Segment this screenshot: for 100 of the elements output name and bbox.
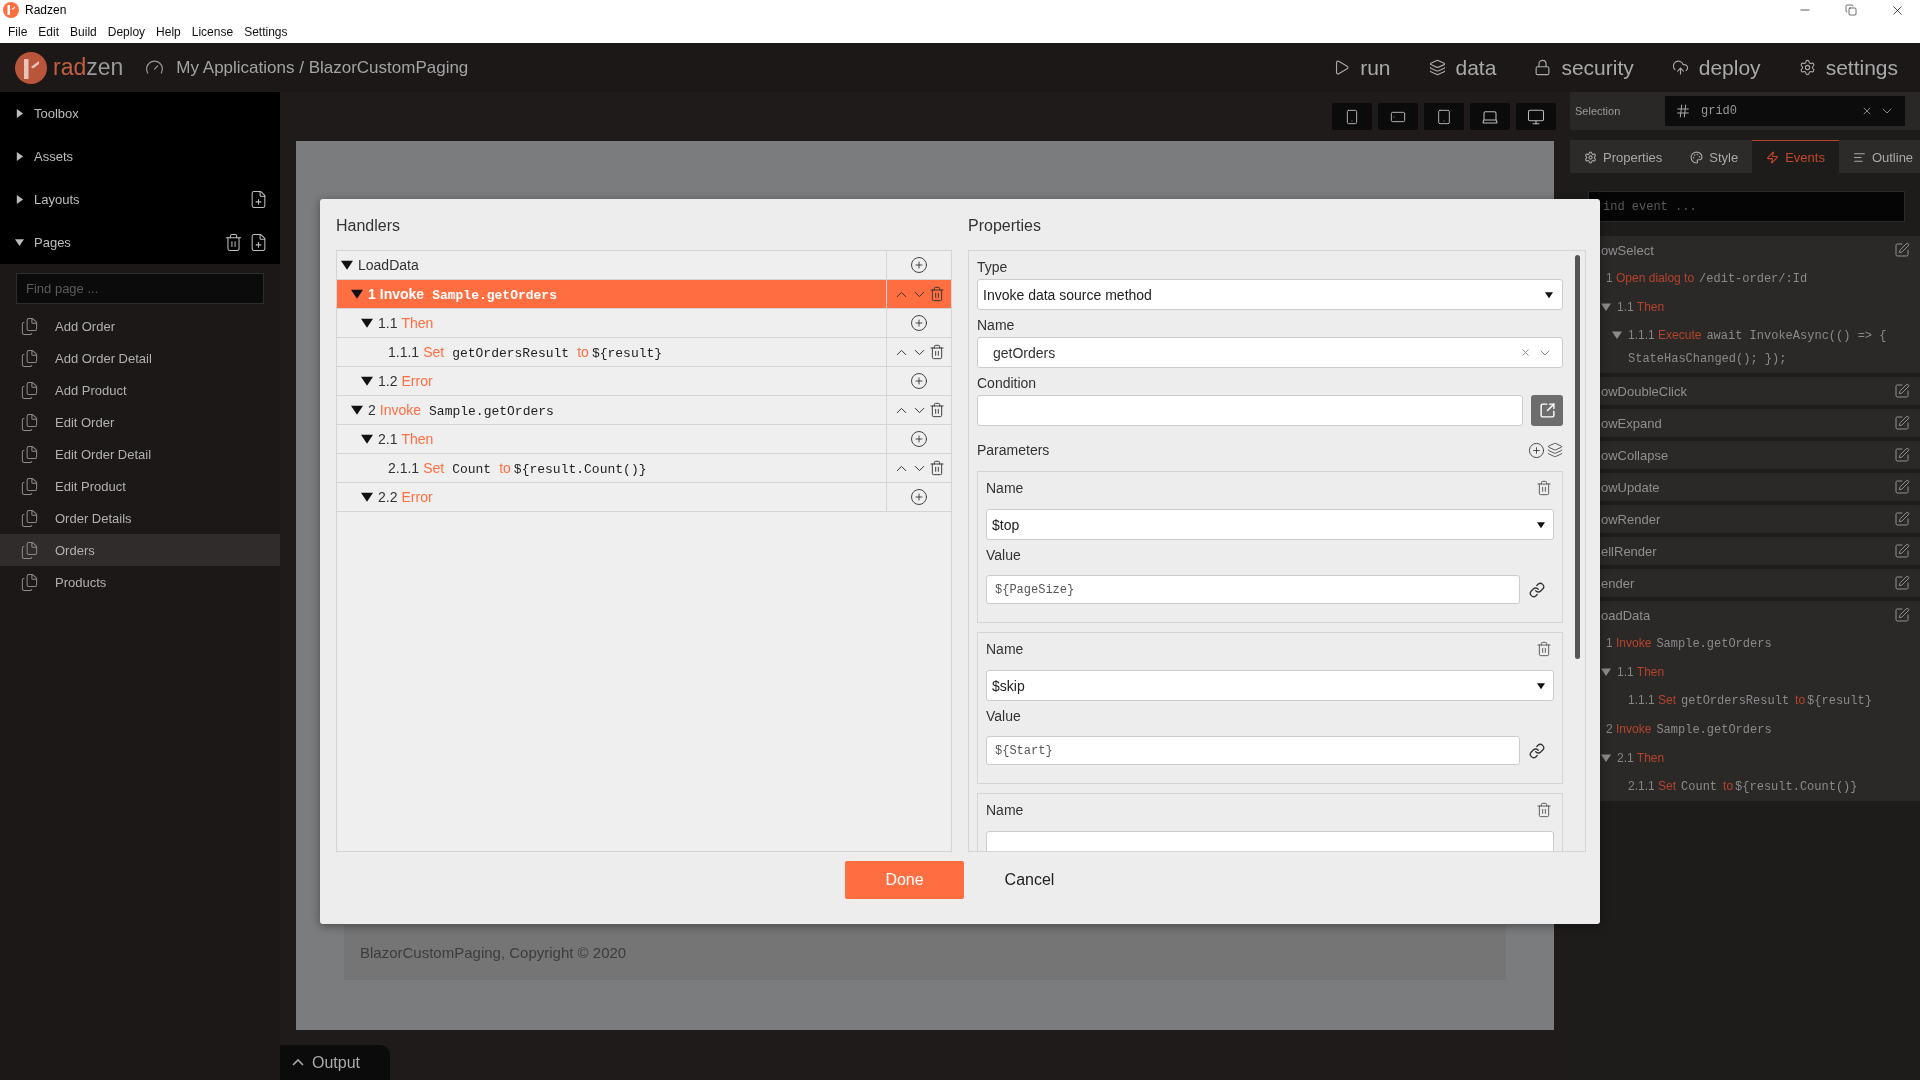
play-icon	[1333, 59, 1351, 76]
delete-icon[interactable]	[929, 402, 945, 418]
parameter-select[interactable]: $top	[986, 509, 1554, 540]
edit-icon[interactable]	[1894, 511, 1910, 527]
caret-right-icon[interactable]	[15, 109, 24, 118]
add-icon[interactable]	[910, 430, 928, 448]
caret-down-icon[interactable]	[361, 375, 373, 387]
field-label: Name	[977, 316, 1016, 335]
parameter-select[interactable]: $skip	[986, 670, 1554, 701]
tree-row[interactable]: 2.1 Then	[337, 425, 951, 454]
output-tab[interactable]: Output	[280, 1045, 390, 1080]
caret-right-icon[interactable]	[15, 195, 24, 204]
edit-icon[interactable]	[1894, 242, 1910, 258]
menu-item[interactable]: File	[3, 24, 34, 39]
cancel-button[interactable]: Cancel	[982, 861, 1077, 899]
delete-icon[interactable]	[929, 460, 945, 476]
nav-link[interactable]: deploy	[1671, 55, 1761, 80]
expression-button[interactable]	[1531, 395, 1563, 426]
clear-icon[interactable]	[1861, 105, 1873, 117]
caret-down-icon[interactable]	[361, 317, 373, 329]
nav-link[interactable]: run	[1333, 55, 1391, 80]
sidebar-section[interactable]: Pages	[0, 221, 280, 264]
edit-icon[interactable]	[1894, 543, 1910, 559]
add-icon[interactable]	[910, 256, 928, 274]
caret-down-icon[interactable]	[1537, 681, 1545, 690]
inspector-tab[interactable]: Style	[1676, 140, 1753, 173]
name-combobox[interactable]: getOrders	[977, 337, 1563, 368]
add-icon[interactable]	[1528, 441, 1545, 459]
search-field[interactable]: ind event ...	[1588, 191, 1905, 222]
sidebar-section[interactable]: Assets	[0, 135, 280, 178]
page-item[interactable]: Add Order	[0, 310, 280, 342]
page-item[interactable]: Products	[0, 566, 280, 598]
tree-row[interactable]: 2 Invoke Sample.getOrders	[337, 396, 951, 425]
tree-row[interactable]: 2.2 Error	[337, 483, 951, 512]
caret-down-icon[interactable]	[351, 404, 363, 416]
caret-down-icon[interactable]	[361, 433, 373, 445]
delete-icon[interactable]	[224, 233, 243, 252]
add-page-icon[interactable]	[249, 233, 268, 252]
scrollbar[interactable]	[1575, 255, 1580, 659]
value-field[interactable]: ${Start}	[986, 736, 1520, 765]
sidebar-section[interactable]: Layouts	[0, 178, 280, 221]
condition-field[interactable]	[977, 395, 1523, 426]
menu-item[interactable]: Deploy	[102, 24, 152, 39]
page-item[interactable]: Orders	[0, 534, 280, 566]
add-page-icon[interactable]	[249, 190, 268, 209]
edit-icon[interactable]	[1894, 607, 1910, 623]
edit-icon[interactable]	[1894, 415, 1910, 431]
tree-row[interactable]: 1.1.1 Set getOrdersResult to ${result}	[337, 338, 951, 367]
caret-down-icon[interactable]	[351, 288, 363, 300]
menu-item[interactable]: Build	[65, 24, 103, 39]
link-icon[interactable]	[1529, 742, 1545, 759]
value-field[interactable]: ${PageSize}	[986, 575, 1520, 604]
edit-icon[interactable]	[1894, 383, 1910, 399]
link-icon[interactable]	[1529, 581, 1545, 598]
layers-icon[interactable]	[1547, 442, 1563, 458]
section-label: Layouts	[34, 192, 80, 207]
inspector-tab[interactable]: Outline	[1838, 140, 1920, 173]
caret-down-icon[interactable]	[1537, 520, 1545, 529]
edit-icon[interactable]	[1894, 575, 1910, 591]
add-icon[interactable]	[910, 488, 928, 506]
edit-icon[interactable]	[1894, 479, 1910, 495]
page-item[interactable]: Add Order Detail	[0, 342, 280, 374]
clear-icon[interactable]	[1520, 347, 1531, 358]
tree-row[interactable]: 2.1.1 Set Count to ${result.Count()}	[337, 454, 951, 483]
delete-icon[interactable]	[929, 344, 945, 360]
tree-row[interactable]: 1.2 Error	[337, 367, 951, 396]
type-select[interactable]: Invoke data source method	[977, 279, 1563, 310]
add-icon[interactable]	[910, 314, 928, 332]
menu-item[interactable]: Edit	[33, 24, 66, 39]
monitor-button[interactable]	[1516, 103, 1556, 130]
nav-link[interactable]: data	[1428, 55, 1497, 80]
sidebar-section[interactable]: Toolbox	[0, 92, 280, 135]
page-item[interactable]: Order Details	[0, 502, 280, 534]
edit-icon[interactable]	[1894, 447, 1910, 463]
phone-button[interactable]	[1332, 103, 1372, 130]
caret-right-icon[interactable]	[15, 152, 24, 161]
selection-dropdown[interactable]: grid0	[1665, 96, 1905, 126]
laptop-button[interactable]	[1470, 103, 1510, 130]
page-item[interactable]: Edit Order Detail	[0, 438, 280, 470]
page-item[interactable]: Edit Product	[0, 470, 280, 502]
search-field[interactable]: Find page ...	[16, 273, 264, 304]
nav-link[interactable]: settings	[1798, 55, 1898, 80]
caret-down-icon[interactable]	[341, 259, 353, 271]
inspector-tab[interactable]: Properties	[1570, 140, 1677, 173]
page-item[interactable]: Edit Order	[0, 406, 280, 438]
caret-down-icon[interactable]	[1545, 290, 1553, 299]
breadcrumb[interactable]: My Applications / BlazorCustomPaging	[176, 57, 469, 78]
page-item[interactable]: Add Product	[0, 374, 280, 406]
tablet-button[interactable]	[1424, 103, 1464, 130]
inspector-tab[interactable]: Events	[1752, 140, 1839, 173]
caret-down-icon[interactable]	[15, 238, 24, 247]
menu-item[interactable]: License	[186, 24, 240, 39]
nav-link[interactable]: security	[1534, 55, 1634, 80]
gauge-icon[interactable]	[145, 58, 165, 77]
phone-landscape-button[interactable]	[1378, 103, 1418, 130]
menu-item[interactable]: Settings	[239, 24, 294, 39]
caret-down-icon[interactable]	[361, 491, 373, 503]
tree-row[interactable]: 1.1 Then	[337, 309, 951, 338]
menu-item[interactable]: Help	[151, 24, 187, 39]
add-icon[interactable]	[910, 372, 928, 390]
